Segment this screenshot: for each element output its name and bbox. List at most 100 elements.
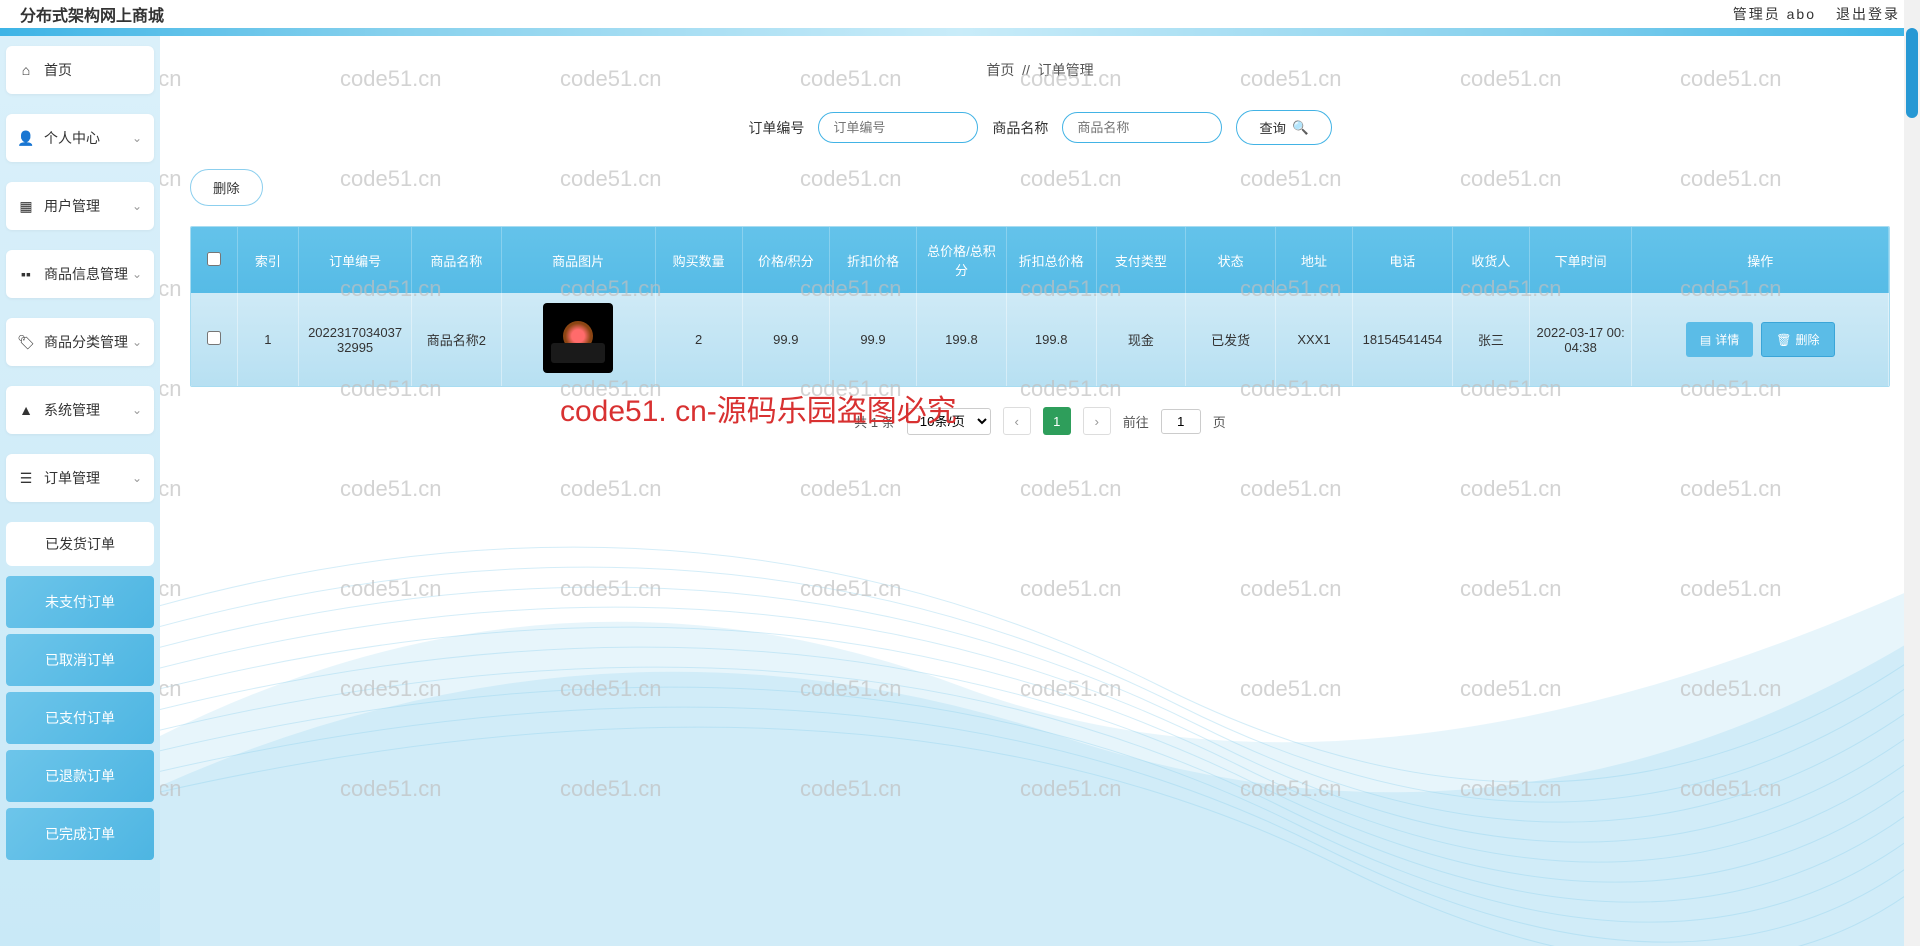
th-discount-total: 折扣总价格: [1006, 227, 1096, 293]
row-checkbox[interactable]: [207, 331, 221, 345]
search-icon: 🔍: [1292, 120, 1309, 136]
sidebar-submenu-cancelled[interactable]: 已取消订单: [6, 634, 154, 686]
logout-link[interactable]: 退出登录: [1836, 4, 1900, 24]
prodname-label: 商品名称: [992, 118, 1048, 138]
cell-receiver: 张三: [1452, 293, 1529, 386]
grid-icon: ▪▪: [18, 266, 34, 282]
cell-qty: 2: [655, 293, 742, 386]
page-goto-input[interactable]: [1161, 409, 1201, 434]
page-suffix: 页: [1213, 412, 1226, 431]
breadcrumb-sep: //: [1022, 62, 1030, 78]
sidebar-item-product-cat[interactable]: 🏷 商品分类管理 ⌄: [6, 318, 154, 366]
admin-label[interactable]: 管理员 abo: [1733, 4, 1816, 24]
search-button[interactable]: 查询 🔍: [1236, 110, 1331, 145]
chevron-down-icon: ⌄: [132, 471, 142, 485]
prodname-input[interactable]: [1062, 112, 1222, 143]
sidebar: ⌂ 首页 👤 个人中心 ⌄ ▦ 用户管理 ⌄ ▪▪ 商品信息管理 ⌄: [0, 36, 160, 946]
cell-time: 2022-03-17 00:04:38: [1529, 293, 1632, 386]
app-title: 分布式架构网上商城: [20, 2, 164, 26]
submenu-label: 已发货订单: [45, 536, 115, 552]
cell-address: XXX1: [1276, 293, 1353, 386]
breadcrumb-home[interactable]: 首页: [986, 62, 1014, 78]
sidebar-item-label: 商品信息管理: [44, 264, 128, 284]
th-qty: 购买数量: [655, 227, 742, 293]
sidebar-submenu-active[interactable]: 已发货订单: [6, 522, 154, 566]
detail-button[interactable]: ▤ 详情: [1686, 322, 1753, 357]
goto-label: 前往: [1123, 412, 1149, 431]
list-icon: ☰: [18, 470, 34, 486]
sidebar-submenu-refunded[interactable]: 已退款订单: [6, 750, 154, 802]
action-row: 删除: [190, 169, 1890, 206]
chevron-down-icon: ⌄: [132, 403, 142, 417]
delete-top-button[interactable]: 删除: [190, 169, 263, 206]
sidebar-item-home[interactable]: ⌂ 首页: [6, 46, 154, 94]
sidebar-item-product-info[interactable]: ▪▪ 商品信息管理 ⌄: [6, 250, 154, 298]
cell-price: 99.9: [742, 293, 829, 386]
table-header-row: 索引 订单编号 商品名称 商品图片 购买数量 价格/积分 折扣价格 总价格/总积…: [191, 227, 1889, 293]
page-size-select[interactable]: 10条/页: [907, 408, 991, 435]
users-icon: ▦: [18, 198, 34, 214]
sidebar-item-profile[interactable]: 👤 个人中心 ⌄: [6, 114, 154, 162]
th-orderno: 订单编号: [299, 227, 412, 293]
th-prodimg: 商品图片: [501, 227, 655, 293]
sidebar-item-users[interactable]: ▦ 用户管理 ⌄: [6, 182, 154, 230]
page-total: 共 1 条: [854, 412, 894, 431]
page-next-button[interactable]: ›: [1083, 407, 1111, 435]
sidebar-item-orders[interactable]: ☰ 订单管理 ⌄: [6, 454, 154, 502]
th-address: 地址: [1276, 227, 1353, 293]
th-status: 状态: [1186, 227, 1276, 293]
page-current[interactable]: 1: [1043, 407, 1071, 435]
cell-paytype: 现金: [1096, 293, 1186, 386]
sidebar-item-system[interactable]: ▲ 系统管理 ⌄: [6, 386, 154, 434]
top-right: 管理员 abo 退出登录: [1733, 4, 1900, 24]
cell-actions: ▤ 详情 🗑 删除: [1632, 293, 1889, 386]
orderno-label: 订单编号: [748, 118, 804, 138]
sidebar-item-label: 用户管理: [44, 196, 100, 216]
gradient-bar: [0, 28, 1920, 36]
sidebar-item-label: 订单管理: [44, 468, 100, 488]
th-phone: 电话: [1352, 227, 1452, 293]
pagination: 共 1 条 10条/页 ‹ 1 › 前往 页: [190, 407, 1890, 435]
search-row: 订单编号 商品名称 查询 🔍: [190, 110, 1890, 145]
top-header: 分布式架构网上商城 管理员 abo 退出登录: [0, 0, 1920, 28]
sidebar-submenu-completed[interactable]: 已完成订单: [6, 808, 154, 860]
th-prodname: 商品名称: [411, 227, 501, 293]
tag-icon: 🏷: [18, 334, 34, 350]
cell-phone: 18154541454: [1352, 293, 1452, 386]
chevron-down-icon: ⌄: [132, 335, 142, 349]
detail-icon: ▤: [1700, 333, 1711, 347]
home-icon: ⌂: [18, 62, 34, 78]
page-prev-button[interactable]: ‹: [1003, 407, 1031, 435]
delete-button[interactable]: 🗑 删除: [1761, 322, 1834, 357]
cell-status: 已发货: [1186, 293, 1276, 386]
breadcrumb-current: 订单管理: [1038, 62, 1094, 78]
th-index: 索引: [237, 227, 299, 293]
chevron-down-icon: ⌄: [132, 199, 142, 213]
cell-discount-total: 199.8: [1006, 293, 1096, 386]
user-icon: 👤: [18, 130, 34, 146]
sidebar-item-label: 个人中心: [44, 128, 100, 148]
sidebar-submenu-paid[interactable]: 已支付订单: [6, 692, 154, 744]
cell-prodname: 商品名称2: [411, 293, 501, 386]
cell-index: 1: [237, 293, 299, 386]
orders-table: 索引 订单编号 商品名称 商品图片 购买数量 价格/积分 折扣价格 总价格/总积…: [190, 226, 1890, 387]
cell-total: 199.8: [917, 293, 1007, 386]
th-actions: 操作: [1632, 227, 1889, 293]
th-paytype: 支付类型: [1096, 227, 1186, 293]
sidebar-item-label: 首页: [44, 60, 72, 80]
sidebar-submenu-unpaid[interactable]: 未支付订单: [6, 576, 154, 628]
search-btn-label: 查询: [1259, 118, 1286, 137]
orderno-input[interactable]: [818, 112, 978, 143]
select-all-checkbox[interactable]: [207, 252, 221, 266]
th-discount: 折扣价格: [829, 227, 916, 293]
th-total: 总价格/总积分: [917, 227, 1007, 293]
th-time: 下单时间: [1529, 227, 1632, 293]
sidebar-item-label: 系统管理: [44, 400, 100, 420]
chevron-down-icon: ⌄: [132, 267, 142, 281]
person-icon: ▲: [18, 402, 34, 418]
chevron-down-icon: ⌄: [132, 131, 142, 145]
th-price: 价格/积分: [742, 227, 829, 293]
cell-prodimg: [501, 293, 655, 386]
cell-orderno: 202231703403732995: [299, 293, 412, 386]
main-content: 首页 // 订单管理 订单编号 商品名称 查询 🔍 删除: [160, 36, 1920, 946]
